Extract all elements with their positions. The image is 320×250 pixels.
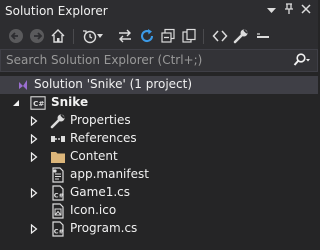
expand-arrow-icon[interactable] bbox=[26, 113, 42, 129]
collapse-all-icon[interactable] bbox=[158, 26, 178, 46]
expand-arrow-icon[interactable] bbox=[26, 149, 42, 165]
wrench-icon bbox=[50, 113, 66, 129]
forward-icon[interactable] bbox=[27, 26, 47, 46]
dropdown-icon[interactable] bbox=[264, 3, 278, 19]
code-icon[interactable] bbox=[210, 26, 230, 46]
tree-item-label: app.manifest bbox=[70, 167, 149, 181]
tree-item-label: Game1.cs bbox=[70, 185, 131, 199]
csharp-project-icon: C# bbox=[30, 95, 46, 111]
toolbar-separator bbox=[73, 29, 74, 44]
solution-node[interactable]: Solution 'Snike' (1 project) bbox=[0, 76, 318, 94]
tree-item-label: Program.cs bbox=[70, 221, 138, 235]
expand-arrow-icon[interactable] bbox=[26, 221, 42, 237]
close-icon[interactable] bbox=[299, 3, 313, 19]
tree-item-label: Content bbox=[70, 149, 118, 163]
tree-item-game1-cs[interactable]: C# Game1.cs bbox=[0, 184, 318, 202]
search-box[interactable]: Search Solution Explorer (Ctrl+;) bbox=[0, 49, 318, 72]
wrench-icon[interactable] bbox=[231, 26, 251, 46]
project-label: Snike bbox=[51, 95, 89, 109]
minus-icon[interactable] bbox=[253, 26, 273, 46]
toolbar bbox=[0, 24, 318, 49]
sync-icon[interactable] bbox=[115, 26, 135, 46]
tree-item-app-manifest[interactable]: app.manifest bbox=[0, 166, 318, 184]
tree-item-references[interactable]: References bbox=[0, 130, 318, 148]
tree-item-icon-ico[interactable]: Icon.ico bbox=[0, 202, 318, 220]
expand-arrow-icon[interactable] bbox=[26, 185, 42, 201]
history-dropdown-icon[interactable] bbox=[96, 26, 104, 46]
panel-title: Solution Explorer bbox=[5, 4, 108, 18]
toolbar-separator bbox=[203, 29, 204, 44]
manifest-icon bbox=[50, 167, 66, 183]
tree-item-content[interactable]: Content bbox=[0, 148, 318, 166]
svg-text:C#: C# bbox=[33, 99, 44, 108]
folder-icon bbox=[50, 149, 66, 165]
image-file-icon bbox=[50, 203, 66, 219]
search-input[interactable]: Search Solution Explorer (Ctrl+;) bbox=[6, 53, 202, 67]
tree-item-program-cs[interactable]: C# Program.cs bbox=[0, 220, 318, 238]
pin-icon[interactable] bbox=[282, 3, 296, 19]
csharp-file-icon: C# bbox=[50, 221, 66, 237]
tree-item-label: Icon.ico bbox=[70, 203, 117, 217]
title-bar: Solution Explorer bbox=[0, 0, 318, 24]
svg-text:C#: C# bbox=[54, 192, 64, 200]
project-node[interactable]: C# Snike bbox=[0, 94, 318, 112]
references-icon bbox=[50, 131, 66, 147]
tree-item-label: References bbox=[70, 131, 137, 145]
home-icon[interactable] bbox=[48, 26, 68, 46]
solution-label: Solution 'Snike' (1 project) bbox=[34, 77, 193, 91]
csharp-file-icon: C# bbox=[50, 185, 66, 201]
expand-arrow-icon[interactable] bbox=[26, 131, 42, 147]
svg-text:C#: C# bbox=[54, 228, 64, 236]
copy-icon[interactable] bbox=[179, 26, 199, 46]
visual-studio-solution-icon bbox=[15, 77, 31, 93]
collapse-arrow-icon[interactable] bbox=[8, 95, 24, 111]
refresh-icon[interactable] bbox=[137, 26, 157, 46]
tree-item-label: Properties bbox=[70, 113, 131, 127]
tree-item-properties[interactable]: Properties bbox=[0, 112, 318, 130]
search-icon[interactable] bbox=[290, 51, 314, 69]
back-icon[interactable] bbox=[6, 26, 26, 46]
